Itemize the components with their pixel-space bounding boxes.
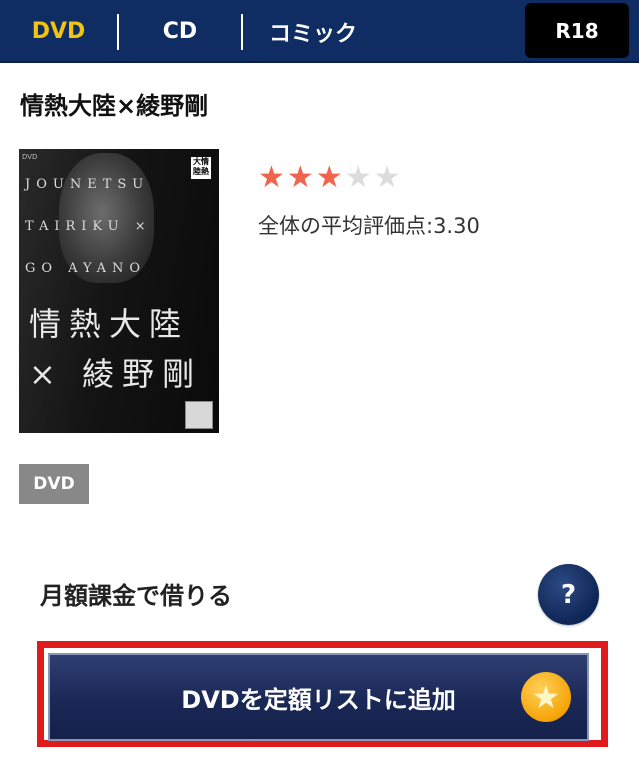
r18-button[interactable]: R18 (525, 3, 629, 58)
cover-japanese-line: 情熱大陸 (29, 305, 190, 343)
star-icon: ★ (315, 160, 343, 195)
star-icon: ★ (373, 160, 401, 195)
cover-dvd-mark: DVD (22, 153, 38, 161)
star-icon: ★ (286, 160, 314, 195)
tab-dvd[interactable]: DVD (0, 0, 117, 63)
cover-badge: 大情 陸熱 (191, 157, 211, 179)
average-rating-text: 全体の平均評価点:3.30 (258, 214, 480, 238)
cover-english-line: GO AYANO (25, 261, 147, 276)
question-icon: ? (560, 579, 577, 610)
star-icon: ★ (258, 160, 285, 195)
product-title: 情熱大陸×綾野剛 (20, 92, 209, 120)
top-nav: DVD CD コミック R18 (0, 0, 639, 63)
tab-cd[interactable]: CD (119, 0, 241, 63)
product-cover-image[interactable]: DVD 大情 陸熱 JOUNETSU TAIRIKU × GO AYANO 情熱… (19, 149, 219, 433)
help-button[interactable]: ? (538, 564, 599, 625)
cover-japanese-line: × 綾野剛 (29, 355, 202, 393)
cover-stamp-icon (185, 401, 213, 429)
add-to-list-label: DVDを定額リストに追加 (181, 685, 456, 714)
star-rating: ★ ★ ★ ★ ★ (258, 160, 401, 196)
tab-comic[interactable]: コミック (243, 0, 383, 63)
star-icon: ★ (521, 672, 571, 722)
cover-english-line: JOUNETSU (25, 177, 150, 192)
cover-english-line: TAIRIKU × (25, 219, 152, 234)
format-badge: DVD (19, 464, 89, 504)
monthly-rental-label: 月額課金で借りる (40, 582, 232, 610)
star-icon: ★ (344, 160, 372, 195)
add-to-list-button[interactable]: DVDを定額リストに追加 (48, 653, 589, 741)
